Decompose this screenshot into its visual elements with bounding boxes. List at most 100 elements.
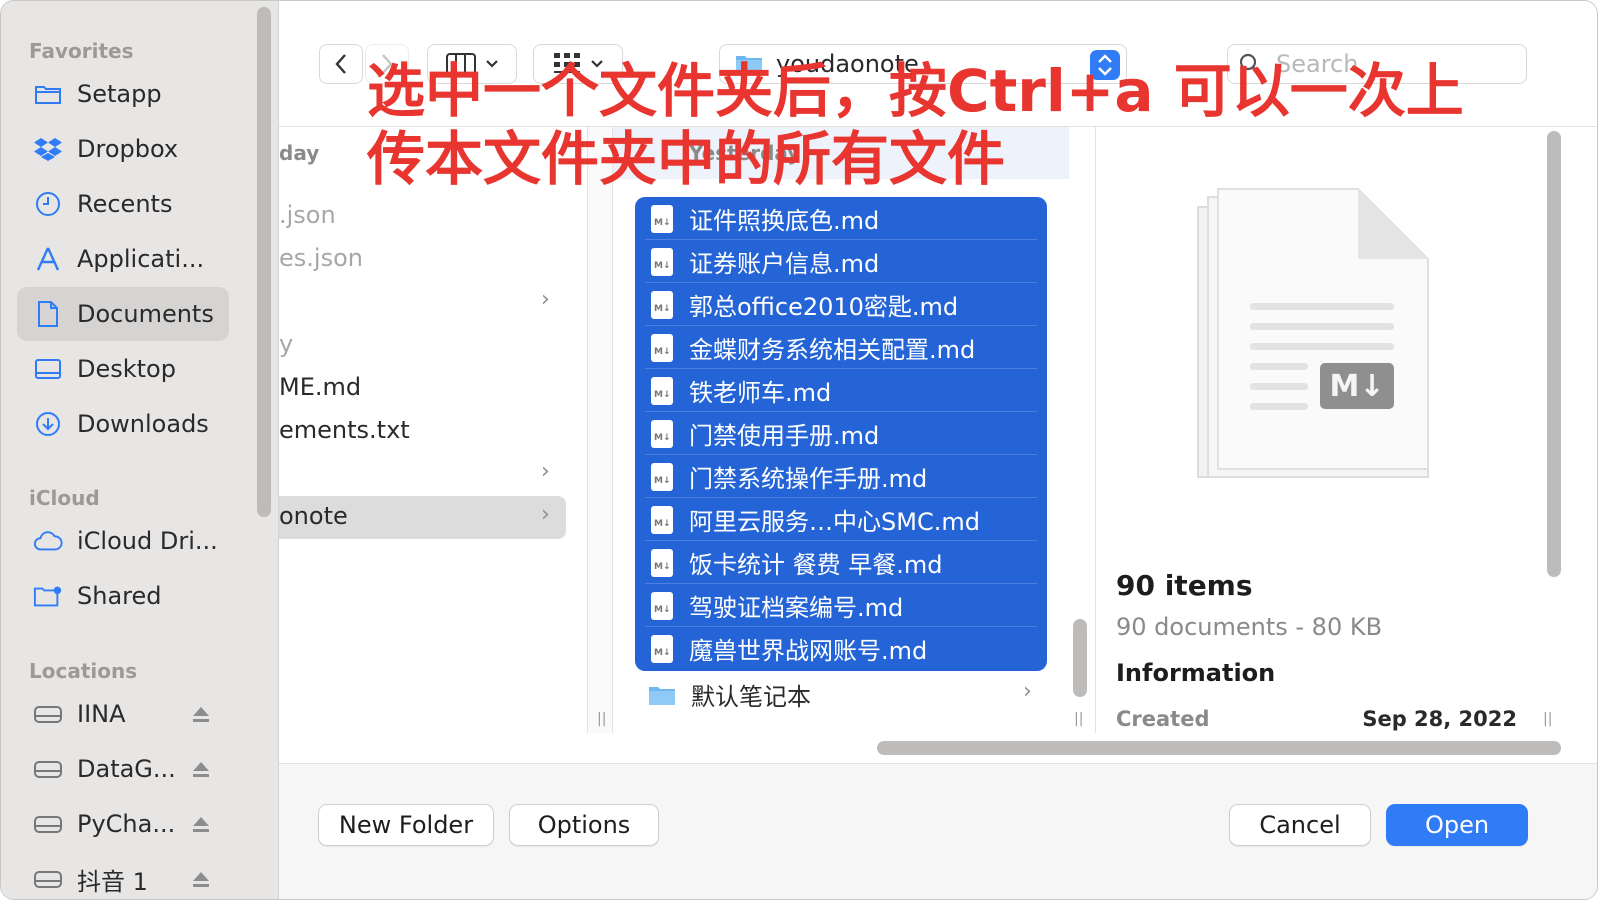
sidebar-item-label: Desktop [77, 355, 176, 383]
list-item[interactable]: ements.txt [279, 416, 410, 444]
download-icon [33, 409, 63, 439]
file-row[interactable]: M↓ 门禁使用手册.md [635, 412, 1047, 455]
annotation-caption: 选中一个文件夹后，按Ctrl+a 可以一次上 传本文件夹中的所有文件 [367, 57, 1464, 193]
cancel-button[interactable]: Cancel [1229, 804, 1371, 846]
drive-icon [33, 809, 63, 839]
file-open-dialog: Favorites Setapp Dropbox Recents Applica… [0, 0, 1598, 900]
sidebar-item-setapp[interactable]: Setapp [17, 67, 229, 121]
desktop-icon [33, 354, 63, 384]
item-summary: 90 documents - 80 KB [1116, 613, 1383, 641]
sidebar-item-datag[interactable]: DataG... [17, 742, 229, 796]
markdown-file-icon: M↓ [651, 462, 673, 491]
svg-text:M↓: M↓ [1330, 369, 1385, 404]
bottom-bar: New Folder Options Cancel Open [279, 763, 1597, 899]
column-parent: day .json es.json › y ME.md ements.txt ›… [279, 127, 587, 733]
applications-icon [33, 244, 63, 274]
open-button[interactable]: Open [1386, 804, 1528, 846]
drive-icon [33, 754, 63, 784]
preview-scrollbar[interactable] [1547, 131, 1561, 577]
eject-icon[interactable] [191, 814, 211, 834]
sidebar-item-icloud-drive[interactable]: iCloud Dri... [17, 514, 229, 568]
sidebar-item-recents[interactable]: Recents [17, 177, 229, 231]
eject-icon[interactable] [191, 704, 211, 724]
drive-icon [33, 699, 63, 729]
list-item[interactable]: ME.md [279, 373, 361, 401]
file-row[interactable]: M↓ 铁老师车.md [635, 369, 1047, 412]
file-row[interactable]: M↓ 金蝶财务系统相关配置.md [635, 326, 1047, 369]
list-item[interactable]: .json [279, 201, 336, 229]
markdown-file-icon: M↓ [651, 419, 673, 448]
sidebar-item-label: iCloud Dri... [77, 527, 218, 555]
sidebar-section-favorites: Favorites [29, 39, 134, 63]
chevron-right-icon: › [541, 502, 550, 527]
chevron-left-icon [335, 54, 346, 74]
markdown-file-icon: M↓ [651, 505, 673, 534]
list-item-selected[interactable]: onote › [279, 496, 566, 539]
cloud-icon [33, 526, 63, 556]
chevron-right-icon: › [541, 287, 550, 312]
shared-folder-icon [33, 581, 63, 611]
sidebar-item-iina[interactable]: IINA [17, 687, 229, 741]
created-value: Sep 28, 2022 [1362, 707, 1517, 731]
file-row[interactable]: M↓ 证件照换底色.md [635, 197, 1047, 240]
markdown-file-icon: M↓ [651, 591, 673, 620]
dropbox-icon [33, 134, 63, 164]
file-row[interactable]: M↓ 阿里云服务…中心SMC.md [635, 498, 1047, 541]
sidebar-item-shared[interactable]: Shared [17, 569, 229, 623]
sidebar-item-downloads[interactable]: Downloads [17, 397, 229, 451]
sidebar-item-desktop[interactable]: Desktop [17, 342, 229, 396]
sidebar-item-label: IINA [77, 700, 126, 728]
sidebar-item-label: Downloads [77, 410, 209, 438]
sidebar-item-label: Setapp [77, 80, 162, 108]
file-row[interactable]: M↓ 证券账户信息.md [635, 240, 1047, 283]
list-item[interactable]: y [279, 330, 293, 358]
sidebar-item-applications[interactable]: Applicati... [17, 232, 229, 286]
column-resize-handle[interactable]: || [1543, 711, 1552, 727]
file-row[interactable]: M↓ 郭总office2010密匙.md [635, 283, 1047, 326]
chevron-right-icon: › [1023, 679, 1032, 704]
sidebar-scrollbar[interactable] [257, 7, 271, 517]
file-row[interactable]: M↓ 门禁系统操作手册.md [635, 455, 1047, 498]
eject-icon[interactable] [191, 869, 211, 889]
column-resize-handle[interactable]: || [587, 127, 613, 733]
sidebar-item-documents[interactable]: Documents [17, 287, 229, 341]
markdown-file-icon: M↓ [651, 333, 673, 362]
preview-pane: M↓ 90 items 90 documents - 80 KB Informa… [1095, 127, 1541, 733]
sidebar-item-pycharm[interactable]: PyCha... [17, 797, 229, 851]
file-row[interactable]: M↓ 饭卡统计 餐费 早餐.md [635, 541, 1047, 584]
markdown-file-icon: M↓ [651, 204, 673, 233]
sidebar-item-label: Applicati... [77, 245, 205, 273]
sidebar-section-locations: Locations [29, 659, 138, 683]
horizontal-scrollbar[interactable] [877, 741, 1561, 755]
sidebar-item-label: PyCha... [77, 810, 176, 838]
folder-row[interactable]: 默认笔记本 › [635, 673, 1047, 716]
column-youdaonote: Yesterday M↓ 证件照换底色.md M↓ 证券账户信息.md M↓ 郭总of… [613, 127, 1069, 733]
sidebar-item-douyin[interactable]: 抖音 1 [17, 852, 229, 899]
file-row[interactable]: M↓ 驾驶证档案编号.md [635, 584, 1047, 627]
file-row[interactable]: M↓ 魔兽世界战网账号.md [635, 627, 1047, 670]
eject-icon[interactable] [191, 759, 211, 779]
list-item[interactable]: es.json [279, 244, 363, 272]
markdown-document-icon: M↓ [1188, 177, 1448, 497]
sidebar-item-label: Shared [77, 582, 162, 610]
document-icon [33, 299, 63, 329]
item-count: 90 items [1116, 569, 1253, 602]
clock-icon [33, 189, 63, 219]
drive-icon [33, 864, 63, 894]
markdown-file-icon: M↓ [651, 290, 673, 319]
sidebar-section-icloud: iCloud [29, 486, 100, 510]
sidebar-item-dropbox[interactable]: Dropbox [17, 122, 229, 176]
sidebar-item-label: Dropbox [77, 135, 179, 163]
sidebar-item-label: Documents [77, 300, 214, 328]
column-resize-handle[interactable]: || [1069, 127, 1095, 733]
sidebar: Favorites Setapp Dropbox Recents Applica… [1, 1, 279, 899]
options-button[interactable]: Options [509, 804, 659, 846]
markdown-file-icon: M↓ [651, 634, 673, 663]
markdown-file-icon: M↓ [651, 247, 673, 276]
created-label: Created [1116, 707, 1210, 731]
sidebar-item-label: 抖音 1 [77, 867, 148, 896]
folder-icon [33, 79, 63, 109]
new-folder-button[interactable]: New Folder [318, 804, 494, 846]
back-button[interactable] [319, 44, 363, 84]
markdown-file-icon: M↓ [651, 376, 673, 405]
